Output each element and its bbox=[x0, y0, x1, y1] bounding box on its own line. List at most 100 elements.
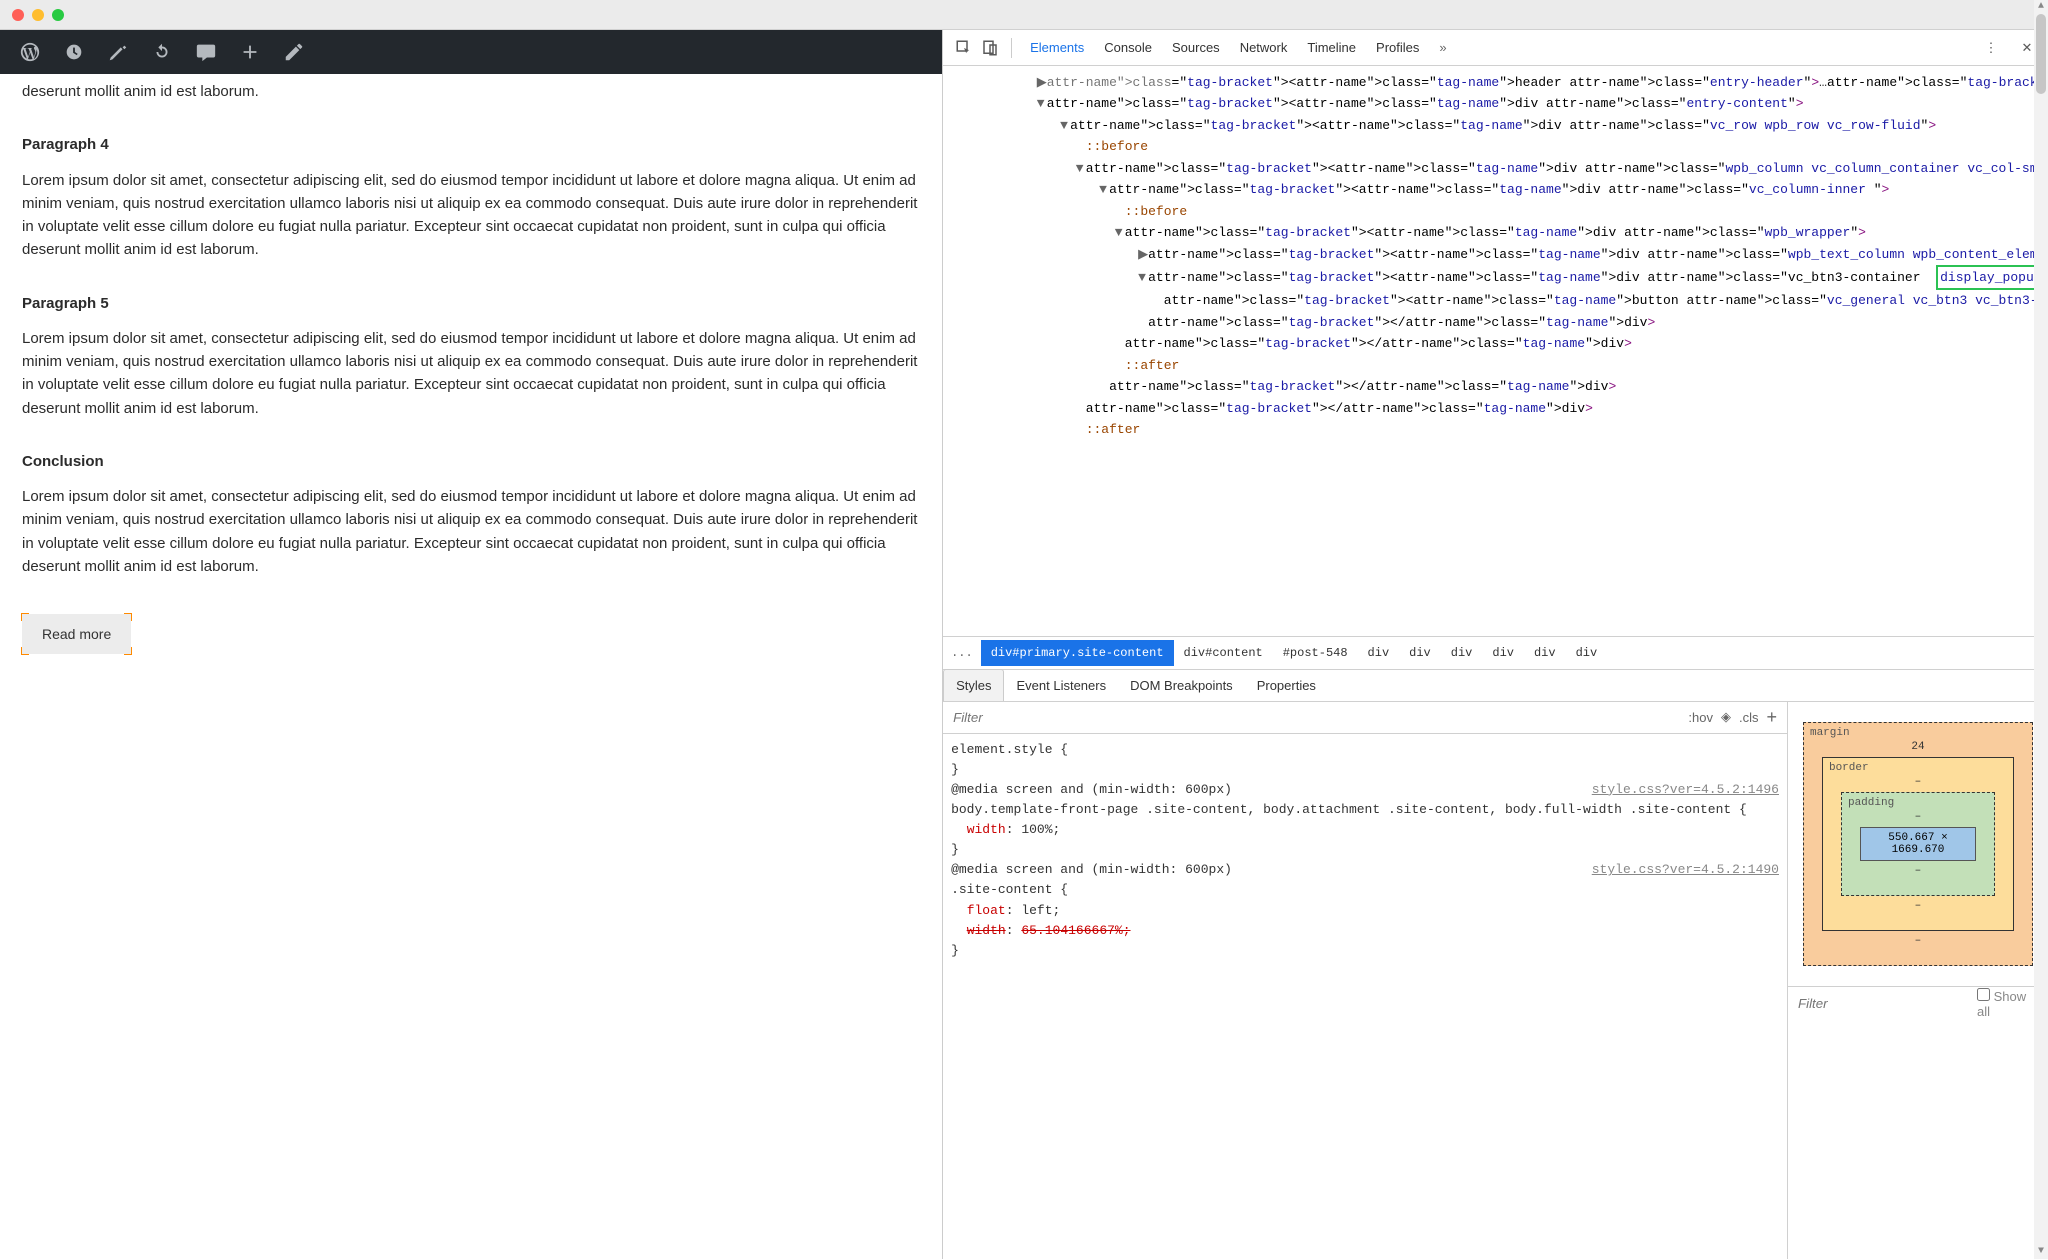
selection-corner-icon bbox=[21, 647, 29, 655]
dom-node[interactable]: ▼attr-name">class="tag-bracket"><attr-na… bbox=[943, 115, 2040, 136]
inspect-element-icon[interactable] bbox=[951, 35, 977, 61]
dom-node[interactable]: ▶attr-name">class="tag-bracket"><attr-na… bbox=[943, 72, 2040, 93]
box-border-top: – bbox=[1841, 776, 1995, 788]
box-border-label: border bbox=[1829, 762, 1869, 774]
breadcrumb-item[interactable]: div bbox=[1399, 640, 1441, 666]
styles-filter-bar: :hov ◈ .cls + bbox=[943, 702, 1787, 734]
dom-node[interactable]: attr-name">class="tag-bracket"></attr-na… bbox=[943, 398, 2040, 419]
paragraph-text: Lorem ipsum dolor sit amet, consectetur … bbox=[22, 327, 920, 420]
device-toolbar-icon[interactable] bbox=[977, 35, 1003, 61]
dom-node[interactable]: ::after bbox=[943, 355, 2040, 376]
wordpress-logo-icon[interactable] bbox=[14, 36, 46, 68]
selection-corner-icon bbox=[124, 647, 132, 655]
dom-node[interactable]: ::before bbox=[943, 136, 2040, 157]
tab-profiles[interactable]: Profiles bbox=[1366, 40, 1429, 55]
box-content-size: 550.667 × 1669.670 bbox=[1860, 827, 1976, 861]
animations-icon[interactable]: ◈ bbox=[1721, 709, 1731, 725]
comments-icon[interactable] bbox=[190, 36, 222, 68]
paragraph-text: deserunt mollit anim id est laborum. bbox=[22, 80, 920, 103]
dom-node[interactable]: ▼attr-name">class="tag-bracket"><attr-na… bbox=[943, 265, 2040, 290]
tab-network[interactable]: Network bbox=[1230, 40, 1298, 55]
new-rule-icon[interactable]: + bbox=[1766, 707, 1777, 728]
devtools-panel: Elements Console Sources Network Timelin… bbox=[942, 30, 2048, 1259]
box-margin-label: margin bbox=[1810, 727, 1850, 739]
more-tabs-icon[interactable]: » bbox=[1433, 40, 1452, 55]
dom-node[interactable]: ▼attr-name">class="tag-bracket"><attr-na… bbox=[943, 222, 2040, 243]
edit-icon[interactable] bbox=[278, 36, 310, 68]
computed-filter-input[interactable] bbox=[1798, 996, 1977, 1011]
show-all-checkbox[interactable]: Show all bbox=[1977, 988, 2038, 1019]
dom-node[interactable]: ▶attr-name">class="tag-bracket"><attr-na… bbox=[943, 244, 2040, 265]
tab-elements[interactable]: Elements bbox=[1020, 40, 1094, 55]
devtools-menu-icon[interactable]: ⋮ bbox=[1978, 35, 2004, 61]
box-margin-top: 24 bbox=[1822, 741, 2014, 753]
css-property[interactable]: width: 65.104166667%; bbox=[951, 921, 1787, 941]
paragraph-text: Lorem ipsum dolor sit amet, consectetur … bbox=[22, 169, 920, 262]
tab-sources[interactable]: Sources bbox=[1162, 40, 1230, 55]
breadcrumb-ellipsis[interactable]: ... bbox=[943, 640, 981, 666]
dom-node[interactable]: attr-name">class="tag-bracket"></attr-na… bbox=[943, 333, 2040, 354]
tab-properties[interactable]: Properties bbox=[1245, 678, 1328, 693]
paragraph-text: Lorem ipsum dolor sit amet, consectetur … bbox=[22, 485, 920, 578]
breadcrumb-item[interactable]: div#content bbox=[1174, 640, 1273, 666]
tab-styles[interactable]: Styles bbox=[943, 669, 1004, 701]
box-model-diagram: margin 24 border – padding – 550.667 × 1… bbox=[1788, 702, 2048, 986]
updates-icon[interactable] bbox=[146, 36, 178, 68]
dashboard-icon[interactable] bbox=[58, 36, 90, 68]
breadcrumb-item[interactable]: div bbox=[1524, 640, 1566, 666]
dom-node[interactable]: ▼attr-name">class="tag-bracket"><attr-na… bbox=[943, 93, 2040, 114]
box-margin-bottom: – bbox=[1822, 935, 2014, 947]
dom-node[interactable]: attr-name">class="tag-bracket"></attr-na… bbox=[943, 312, 2040, 333]
dom-node[interactable]: ::after bbox=[943, 419, 2040, 440]
window-close-button[interactable] bbox=[12, 9, 24, 21]
tab-console[interactable]: Console bbox=[1094, 40, 1162, 55]
dom-node[interactable]: ::before bbox=[943, 201, 2040, 222]
breadcrumb-item[interactable]: div#primary.site-content bbox=[981, 640, 1174, 666]
css-property[interactable]: width: 100%; bbox=[951, 820, 1787, 840]
devtools-toolbar: Elements Console Sources Network Timelin… bbox=[943, 30, 2048, 66]
box-border-bottom: – bbox=[1841, 900, 1995, 912]
breadcrumb-item[interactable]: #post-548 bbox=[1273, 640, 1358, 666]
new-icon[interactable] bbox=[234, 36, 266, 68]
css-rules-pane[interactable]: element.style {}@media screen and (min-w… bbox=[943, 734, 1787, 1260]
section-heading: Paragraph 4 bbox=[22, 133, 920, 156]
styles-filter-input[interactable] bbox=[953, 710, 1688, 725]
css-selector[interactable]: body.template-front-page .site-content, … bbox=[951, 800, 1787, 820]
tab-event-listeners[interactable]: Event Listeners bbox=[1004, 678, 1118, 693]
breadcrumb-item[interactable]: div bbox=[1566, 640, 1608, 666]
source-link[interactable]: style.css?ver=4.5.2:1496 bbox=[1592, 780, 1779, 800]
dom-node[interactable]: ▼attr-name">class="tag-bracket"><attr-na… bbox=[943, 179, 2040, 200]
window-titlebar bbox=[0, 0, 2048, 30]
cls-toggle[interactable]: .cls bbox=[1739, 710, 1759, 725]
css-selector[interactable]: .site-content { bbox=[951, 880, 1787, 900]
css-selector[interactable]: element.style { bbox=[951, 740, 1787, 760]
separator bbox=[1011, 38, 1012, 58]
dom-tree[interactable]: ▶attr-name">class="tag-bracket"><attr-na… bbox=[943, 66, 2048, 636]
dom-breadcrumb: ... div#primary.site-content div#content… bbox=[943, 636, 2048, 670]
source-link[interactable]: style.css?ver=4.5.2:1490 bbox=[1592, 860, 1779, 880]
post-content: deserunt mollit anim id est laborum. Par… bbox=[0, 68, 942, 682]
customize-icon[interactable] bbox=[102, 36, 134, 68]
box-padding-top: – bbox=[1860, 811, 1976, 823]
window-zoom-button[interactable] bbox=[52, 9, 64, 21]
selection-corner-icon bbox=[21, 613, 29, 621]
breadcrumb-item[interactable]: div bbox=[1482, 640, 1524, 666]
section-heading: Paragraph 5 bbox=[22, 292, 920, 315]
dom-node[interactable]: attr-name">class="tag-bracket"><attr-nam… bbox=[943, 290, 2040, 311]
dom-node[interactable]: ▼attr-name">class="tag-bracket"><attr-na… bbox=[943, 158, 2040, 179]
section-heading: Conclusion bbox=[22, 450, 920, 473]
computed-filter-bar: Show all bbox=[1788, 986, 2048, 1020]
dom-node[interactable]: attr-name">class="tag-bracket"></attr-na… bbox=[943, 376, 2040, 397]
read-more-button[interactable]: Read more bbox=[22, 614, 131, 654]
breadcrumb-item[interactable]: div bbox=[1358, 640, 1400, 666]
box-padding-bottom: – bbox=[1860, 865, 1976, 877]
tab-timeline[interactable]: Timeline bbox=[1297, 40, 1366, 55]
window-minimize-button[interactable] bbox=[32, 9, 44, 21]
read-more-label: Read more bbox=[42, 626, 111, 642]
tab-dom-breakpoints[interactable]: DOM Breakpoints bbox=[1118, 678, 1245, 693]
css-property[interactable]: float: left; bbox=[951, 901, 1787, 921]
box-padding-label: padding bbox=[1848, 797, 1894, 809]
selection-corner-icon bbox=[124, 613, 132, 621]
breadcrumb-item[interactable]: div bbox=[1441, 640, 1483, 666]
hov-toggle[interactable]: :hov bbox=[1688, 710, 1713, 725]
